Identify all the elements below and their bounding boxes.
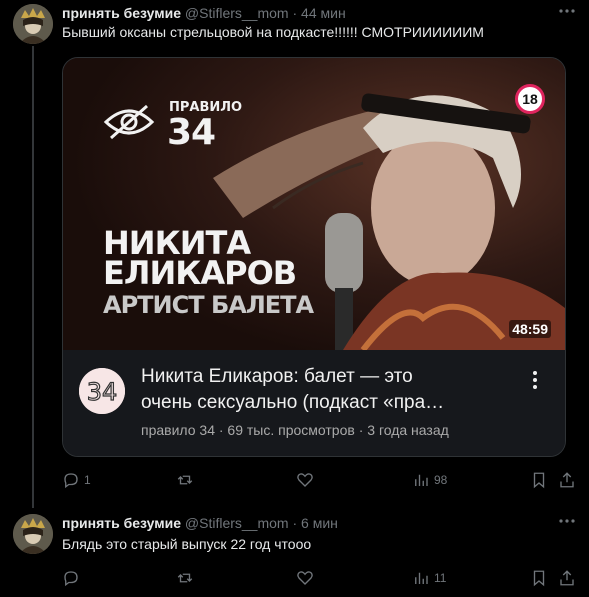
bookmark-button[interactable] bbox=[530, 568, 548, 588]
tweet-actions: 1 98 bbox=[62, 470, 575, 490]
bookmark-button[interactable] bbox=[530, 470, 548, 490]
views-icon bbox=[415, 474, 428, 486]
share-icon bbox=[560, 570, 574, 586]
bookmark-icon bbox=[533, 472, 545, 489]
timestamp[interactable]: 6 мин bbox=[301, 515, 338, 531]
channel-avatar[interactable]: 34 bbox=[79, 368, 125, 414]
tweet-1[interactable]: принять безумие @Stiflers__mom · 44 мин … bbox=[0, 0, 589, 508]
repost-icon bbox=[177, 573, 193, 583]
views-count: 98 bbox=[434, 473, 448, 487]
more-icon[interactable] bbox=[557, 2, 577, 22]
video-meta: правило 34 · 69 тыс. просмотров · 3 года… bbox=[141, 422, 449, 438]
tweet-actions: 11 bbox=[62, 568, 575, 588]
like-button[interactable] bbox=[296, 470, 318, 490]
display-name[interactable]: принять безумие bbox=[62, 515, 181, 531]
repost-icon bbox=[177, 475, 193, 485]
display-name[interactable]: принять безумие bbox=[62, 5, 181, 21]
video-info[interactable]: 34 Никита Еликаров: балет — это очень се… bbox=[63, 350, 565, 456]
reply-button[interactable]: 1 bbox=[62, 470, 91, 490]
video-title-line1: Никита Еликаров: балет — это bbox=[141, 366, 413, 387]
reply-icon bbox=[64, 473, 78, 489]
video-title[interactable]: Никита Еликаров: балет — это очень сексу… bbox=[141, 364, 521, 416]
reply-button[interactable] bbox=[62, 568, 84, 588]
share-icon bbox=[560, 472, 574, 488]
tweet-text: Блядь это старый выпуск 22 год чтооо bbox=[62, 536, 312, 552]
avatar[interactable] bbox=[13, 514, 53, 554]
video-duration: 48:59 bbox=[509, 320, 551, 338]
tweet-2[interactable]: принять безумие @Stiflers__mom · 6 мин Б… bbox=[0, 512, 589, 597]
separator: · bbox=[292, 515, 298, 531]
video-card[interactable]: ПРАВИЛО 34 НИКИТА ЕЛИКАРОВ АРТИСТ БАЛЕТА… bbox=[62, 57, 566, 457]
separator: · bbox=[292, 5, 298, 21]
tweet-header: принять безумие @Stiflers__mom · 44 мин bbox=[62, 4, 589, 22]
views-icon bbox=[415, 572, 428, 584]
views-count: 11 bbox=[434, 571, 447, 585]
like-icon bbox=[297, 571, 313, 585]
eye-slash-icon bbox=[103, 102, 155, 142]
views-button[interactable]: 11 bbox=[412, 568, 446, 588]
reply-count: 1 bbox=[84, 473, 91, 487]
like-icon bbox=[297, 473, 313, 487]
channel-logo-text: 34 bbox=[87, 378, 118, 406]
timestamp[interactable]: 44 мин bbox=[301, 5, 346, 21]
tweet-text: Бывший оксаны стрельцовой на подкасте!!!… bbox=[62, 24, 484, 40]
reply-icon bbox=[64, 571, 78, 587]
bookmark-icon bbox=[533, 570, 545, 587]
share-button[interactable] bbox=[558, 568, 576, 588]
avatar[interactable] bbox=[13, 4, 53, 44]
tweet-header: принять безумие @Stiflers__mom · 6 мин bbox=[62, 514, 589, 532]
handle[interactable]: @Stiflers__mom bbox=[185, 5, 289, 21]
views-button[interactable]: 98 bbox=[412, 470, 447, 490]
thumb-title-line3: АРТИСТ БАЛЕТА bbox=[103, 291, 314, 319]
thumb-number: 34 bbox=[167, 112, 216, 153]
video-thumbnail[interactable]: ПРАВИЛО 34 НИКИТА ЕЛИКАРОВ АРТИСТ БАЛЕТА… bbox=[63, 58, 565, 350]
age-rating-text: 18 bbox=[522, 91, 538, 107]
thread-line bbox=[32, 46, 34, 508]
repost-button[interactable] bbox=[176, 568, 198, 588]
repost-button[interactable] bbox=[176, 470, 198, 490]
like-button[interactable] bbox=[296, 568, 318, 588]
share-button[interactable] bbox=[558, 470, 576, 490]
video-more-icon[interactable] bbox=[527, 370, 543, 394]
handle[interactable]: @Stiflers__mom bbox=[185, 515, 289, 531]
age-rating-badge: 18 bbox=[515, 84, 545, 114]
more-icon[interactable] bbox=[557, 512, 577, 532]
thumb-title-line2: ЕЛИКАРОВ bbox=[103, 254, 297, 292]
video-title-line2: очень сексуально (подкаст «пра… bbox=[141, 392, 445, 413]
